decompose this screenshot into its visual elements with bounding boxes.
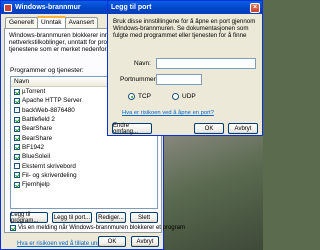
- list-buttons: Legg til program... Legg til port... Red…: [10, 212, 158, 224]
- tab-exceptions[interactable]: Unntak: [36, 16, 66, 28]
- delete-button[interactable]: Slett: [130, 212, 158, 223]
- item-checkbox[interactable]: [14, 88, 20, 95]
- add-port-button[interactable]: Legg til port...: [52, 212, 92, 223]
- dialog-cancel-button[interactable]: Avbryt: [228, 123, 258, 134]
- dialog-ok-button[interactable]: OK: [194, 123, 224, 134]
- item-checkbox[interactable]: [14, 163, 20, 170]
- window-title: Windows-brannmur: [15, 4, 81, 11]
- list-item[interactable]: Eksternt skrivebord: [11, 161, 157, 170]
- list-label: Programmer og tjenester:: [10, 67, 84, 74]
- notify-label: Vis en melding når Windows-brannmuren bl…: [18, 225, 185, 231]
- dialog-titlebar[interactable]: Legg til port ×: [108, 1, 262, 14]
- udp-label: UDP: [182, 93, 196, 100]
- port-number-field[interactable]: [156, 74, 202, 85]
- tcp-radio[interactable]: [128, 93, 135, 100]
- item-checkbox[interactable]: [14, 135, 20, 142]
- list-item[interactable]: BlueSoleil: [11, 152, 157, 161]
- cancel-button[interactable]: Avbryt: [131, 236, 159, 247]
- notify-option[interactable]: Vis en melding når Windows-brannmuren bl…: [10, 225, 185, 231]
- item-checkbox[interactable]: [14, 153, 20, 160]
- item-checkbox[interactable]: [14, 125, 20, 132]
- tab-general[interactable]: Generelt: [5, 17, 38, 28]
- add-program-button[interactable]: Legg til program...: [10, 212, 48, 224]
- item-checkbox[interactable]: [14, 116, 20, 123]
- firewall-icon: [4, 3, 12, 12]
- tab-strip: Generelt Unntak Avansert: [5, 16, 99, 28]
- dialog-title: Legg til port: [111, 4, 152, 11]
- close-icon[interactable]: ×: [250, 2, 260, 13]
- port-label: Portnummer:: [120, 76, 158, 83]
- notify-checkbox[interactable]: [10, 225, 16, 231]
- name-field[interactable]: [156, 58, 256, 69]
- item-checkbox[interactable]: [14, 107, 20, 114]
- item-checkbox[interactable]: [14, 144, 20, 151]
- window-buttons: OK Avbryt: [98, 236, 159, 247]
- ok-button[interactable]: OK: [98, 236, 126, 247]
- list-item[interactable]: BF1942: [11, 143, 157, 152]
- tcp-label: TCP: [138, 93, 151, 100]
- udp-option[interactable]: UDP: [172, 93, 196, 100]
- item-checkbox[interactable]: [14, 97, 20, 104]
- change-scope-button[interactable]: Endre omfang...: [112, 123, 152, 135]
- add-port-dialog: Legg til port × Bruk disse innstillingen…: [107, 0, 263, 136]
- edit-button[interactable]: Rediger...: [96, 212, 126, 223]
- name-label: Navn:: [134, 60, 151, 67]
- tcp-option[interactable]: TCP: [128, 93, 151, 100]
- item-checkbox[interactable]: [14, 181, 20, 188]
- dialog-description: Bruk disse innstillingene for å åpne en …: [113, 18, 256, 40]
- item-checkbox[interactable]: [14, 172, 20, 179]
- tab-advanced[interactable]: Avansert: [64, 17, 99, 28]
- port-risk-link[interactable]: Hva er risikoen ved å åpne en port?: [122, 110, 214, 116]
- list-item[interactable]: Fil- og skriverdeling: [11, 171, 157, 180]
- udp-radio[interactable]: [172, 93, 179, 100]
- list-item[interactable]: Fjernhjelp: [11, 180, 157, 189]
